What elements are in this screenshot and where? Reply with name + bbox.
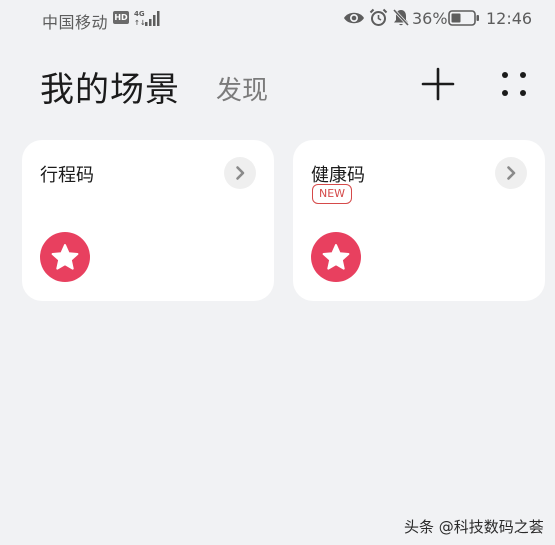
chevron-right-icon xyxy=(236,166,245,180)
page-title[interactable]: 我的场景 xyxy=(40,62,180,111)
card-arrow-button[interactable] xyxy=(495,157,527,189)
bell-off-icon xyxy=(392,8,410,27)
chevron-right-icon xyxy=(507,166,516,180)
scene-card-travel-code[interactable]: 行程码 xyxy=(22,140,274,301)
status-bar: 中国移动 HD 4G ↑↓ 36% 12:46 xyxy=(0,0,555,36)
card-title: 行程码 xyxy=(40,165,94,186)
battery-icon xyxy=(448,10,479,26)
signal-icon: 4G ↑↓ xyxy=(134,10,160,27)
carrier-name: 中国移动 xyxy=(42,13,109,32)
tab-discover[interactable]: 发现 xyxy=(216,70,268,107)
star-icon xyxy=(51,244,79,270)
card-arrow-button[interactable] xyxy=(224,157,256,189)
more-icon[interactable] xyxy=(498,68,530,100)
hd-badge: HD xyxy=(113,11,129,24)
star-icon xyxy=(322,244,350,270)
battery-percent: 36% xyxy=(412,9,448,28)
scene-card-health-code[interactable]: 健康码 NEW xyxy=(293,140,545,301)
clock: 12:46 xyxy=(486,9,533,28)
star-badge xyxy=(311,232,361,282)
svg-text:↑↓: ↑↓ xyxy=(134,19,146,27)
star-badge xyxy=(40,232,90,282)
svg-text:4G: 4G xyxy=(134,10,145,18)
add-icon[interactable] xyxy=(420,66,456,102)
new-badge: NEW xyxy=(312,184,353,204)
alarm-icon xyxy=(369,8,388,26)
watermark: 头条 @科技数码之荟 xyxy=(404,518,544,536)
eye-icon xyxy=(344,12,364,24)
